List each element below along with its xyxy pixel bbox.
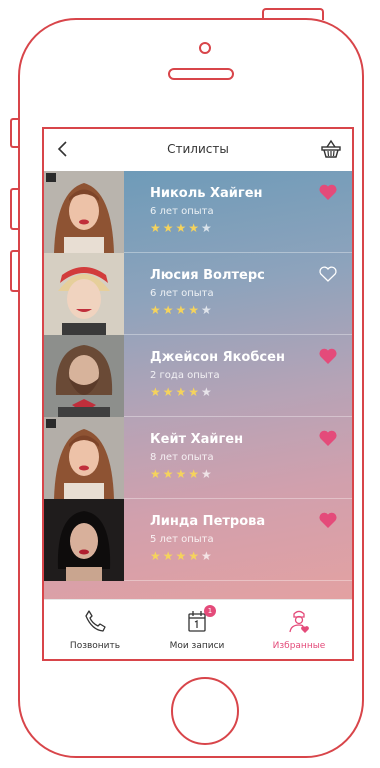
stylist-name: Люсия Волтерс — [150, 268, 265, 283]
nav-bar: Стилисты — [44, 129, 352, 171]
star-empty-icon: ★ — [201, 221, 214, 235]
pin-marker — [46, 173, 56, 182]
stylist-name: Кейт Хайген — [150, 432, 244, 447]
app-screen: Стилисты Николь Хайген 6 лет опыта ★★★★★… — [42, 127, 354, 661]
earpiece-speaker — [168, 68, 234, 80]
star-filled-icon: ★★★★ — [150, 549, 202, 563]
stylist-photo — [44, 499, 124, 581]
star-filled-icon: ★★★★ — [150, 221, 202, 235]
tab-favorites[interactable]: Избранные — [248, 600, 350, 659]
tab-favorites-label: Избранные — [272, 641, 326, 651]
tab-call[interactable]: Позвонить — [44, 600, 146, 659]
stylist-row[interactable]: Линда Петрова 5 лет опыта ★★★★★ — [44, 499, 352, 581]
page-title: Стилисты — [167, 142, 229, 156]
stylist-favorite-icon — [289, 610, 309, 633]
star-filled-icon: ★★★★ — [150, 385, 202, 399]
stylist-row[interactable]: Николь Хайген 6 лет опыта ★★★★★ — [44, 171, 352, 253]
rating-stars: ★★★★★ — [150, 549, 214, 563]
rating-stars: ★★★★★ — [150, 303, 214, 317]
mockup-canvas: Стилисты Николь Хайген 6 лет опыта ★★★★★… — [0, 0, 380, 768]
tab-appointments-label: Мои записи — [169, 641, 225, 651]
tab-bar: Позвонить 1 Мои записи Избранные — [44, 599, 352, 659]
stylist-experience: 8 лет опыта — [150, 452, 214, 463]
stylist-name: Николь Хайген — [150, 186, 263, 201]
tab-call-label: Позвонить — [69, 641, 121, 651]
home-button — [171, 677, 239, 745]
star-empty-icon: ★ — [201, 303, 214, 317]
stylist-list: Николь Хайген 6 лет опыта ★★★★★ Люсия Во… — [44, 171, 352, 599]
heart-filled-icon[interactable] — [318, 347, 338, 365]
front-camera — [199, 42, 211, 54]
star-filled-icon: ★★★★ — [150, 467, 202, 481]
stylist-photo — [44, 335, 124, 417]
stylist-photo — [44, 417, 124, 499]
stylist-experience: 6 лет опыта — [150, 288, 214, 299]
star-filled-icon: ★★★★ — [150, 303, 202, 317]
rating-stars: ★★★★★ — [150, 221, 214, 235]
tab-appointments[interactable]: 1 Мои записи — [146, 600, 248, 659]
heart-outline-icon[interactable] — [318, 265, 338, 283]
stylist-row[interactable]: Джейсон Якобсен 2 года опыта ★★★★★ — [44, 335, 352, 417]
stylist-row[interactable]: Кейт Хайген 8 лет опыта ★★★★★ — [44, 417, 352, 499]
star-empty-icon: ★ — [201, 467, 214, 481]
stylist-name: Линда Петрова — [150, 514, 266, 529]
heart-filled-icon[interactable] — [318, 511, 338, 529]
stylist-name: Джейсон Якобсен — [150, 350, 285, 365]
heart-filled-icon[interactable] — [318, 429, 338, 447]
basket-icon[interactable] — [320, 138, 342, 160]
appointments-badge: 1 — [204, 605, 216, 617]
stylist-experience: 5 лет опыта — [150, 534, 214, 545]
star-empty-icon: ★ — [201, 385, 214, 399]
rating-stars: ★★★★★ — [150, 467, 214, 481]
star-empty-icon: ★ — [201, 549, 214, 563]
stylist-experience: 6 лет опыта — [150, 206, 214, 217]
rating-stars: ★★★★★ — [150, 385, 214, 399]
phone-icon — [85, 610, 106, 632]
stylist-experience: 2 года опыта — [150, 370, 220, 381]
stylist-photo — [44, 171, 124, 253]
stylist-row[interactable]: Люсия Волтерс 6 лет опыта ★★★★★ — [44, 253, 352, 335]
pin-marker — [46, 419, 56, 428]
heart-filled-icon[interactable] — [318, 183, 338, 201]
stylist-photo — [44, 253, 124, 335]
